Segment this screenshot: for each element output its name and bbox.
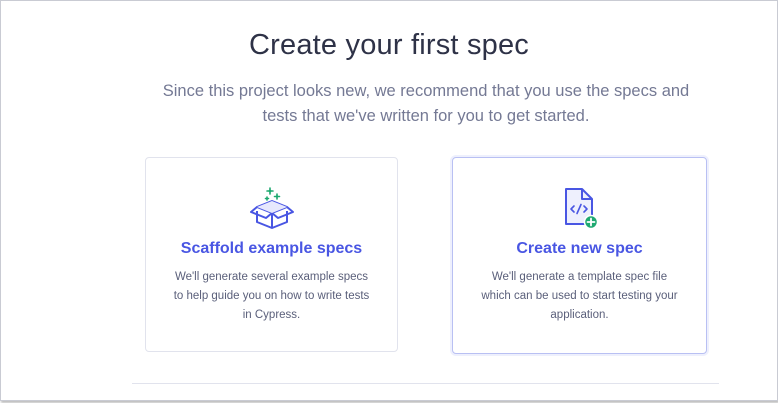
scaffold-card-description: We'll generate several example specs to … — [173, 271, 370, 321]
page-title: Create your first spec — [249, 29, 529, 61]
create-spec-card-description: We'll generate a template spec file whic… — [481, 271, 678, 321]
scaffold-example-specs-card[interactable]: Scaffold example specs We'll generate se… — [145, 157, 398, 352]
app-window: Create your first spec Since this projec… — [0, 0, 778, 401]
scaffold-card-title: Scaffold example specs — [180, 240, 363, 257]
divider — [132, 383, 719, 384]
page-subtitle: Since this project looks new, we recomme… — [162, 82, 690, 125]
create-spec-card-title: Create new spec — [516, 240, 643, 257]
box-icon — [249, 186, 295, 235]
create-new-spec-card[interactable]: Create new spec We'll generate a templat… — [452, 157, 707, 354]
new-file-icon — [560, 186, 600, 235]
